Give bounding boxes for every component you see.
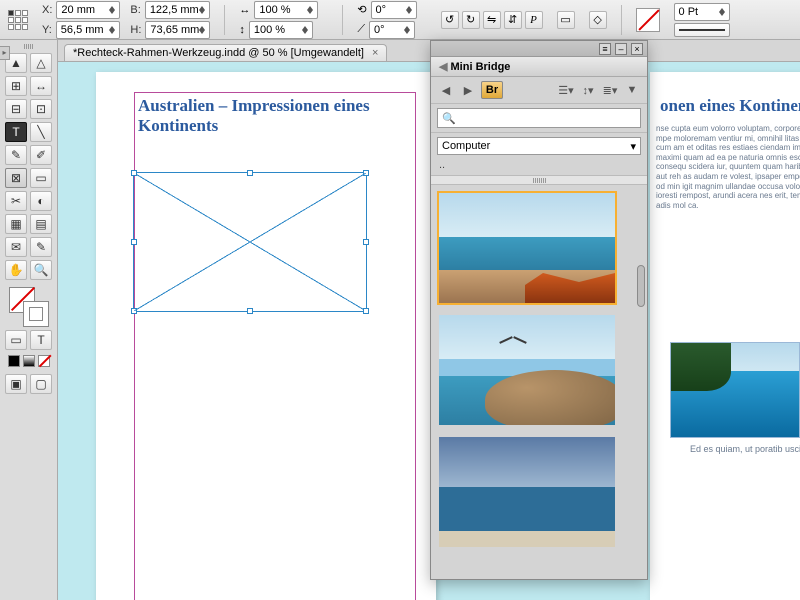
transform-fields: ⟲0° ⟋0° <box>357 1 426 39</box>
h-label: H: <box>130 24 141 36</box>
page-title: Australien – Impressionen eines Kontinen… <box>138 96 436 136</box>
gap-tool[interactable]: ↔ <box>30 76 52 96</box>
eyedropper-tool[interactable]: ✎ <box>30 237 52 257</box>
view-menu-icon[interactable]: ☰▾ <box>557 81 575 99</box>
panel-menu-icon[interactable]: ≡ <box>599 43 611 55</box>
document-tab-bar: *Rechteck-Rahmen-Werkzeug.indd @ 50 % [U… <box>0 40 800 62</box>
thumbnail-item[interactable] <box>437 435 617 549</box>
panel-titlebar[interactable]: ≡ – × <box>431 41 647 57</box>
document-tab[interactable]: *Rechteck-Rahmen-Werkzeug.indd @ 50 % [U… <box>64 44 387 61</box>
select-content-button[interactable]: ◇ <box>589 11 607 29</box>
filter-icon[interactable]: ▼ <box>623 81 641 99</box>
hand-tool[interactable]: ✋ <box>5 260 27 280</box>
view-mode-preview[interactable]: ▢ <box>30 374 52 394</box>
mini-bridge-toolbar: ◀ ▶ Br ☰▾ ↕▾ ≣▾ ▼ <box>431 77 647 104</box>
pen-tool[interactable]: ✎ <box>5 145 27 165</box>
panel-min-icon[interactable]: – <box>615 43 627 55</box>
flip-h-button[interactable]: ⇋ <box>483 11 501 29</box>
open-bridge-button[interactable]: Br <box>481 81 503 99</box>
layout-menu-icon[interactable]: ≣▾ <box>601 81 619 99</box>
search-icon: 🔍 <box>442 112 456 125</box>
document-tab-label: *Rechteck-Rahmen-Werkzeug.indd @ 50 % [U… <box>73 47 364 59</box>
fill-stroke-swatch[interactable] <box>9 287 49 327</box>
mini-bridge-panel: ≡ – × Mini Bridge ◀ ▶ Br ☰▾ ↕▾ ≣▾ ▼ 🔍 Co… <box>430 40 648 580</box>
collapse-handle[interactable]: ▸ <box>0 46 10 60</box>
stroke-weight-input[interactable]: 0 Pt <box>674 3 730 21</box>
scale-x-icon: ↔ <box>239 4 250 16</box>
mini-bridge-tab[interactable]: Mini Bridge <box>431 57 647 77</box>
page-right: onen eines Kontinent nse cupta eum volor… <box>650 72 800 600</box>
thumbnail-list[interactable] <box>431 185 647 579</box>
location-select[interactable]: Computer▾ <box>437 137 641 155</box>
search-row: 🔍 <box>431 104 647 133</box>
rotate-flip-group: ↺ ↻ ⇋ ⇵ P <box>441 11 543 29</box>
shear-icon: ⟋ <box>357 23 365 36</box>
stroke-style-select[interactable] <box>674 23 730 37</box>
rectangle-frame-tool[interactable]: ⊠ <box>5 168 27 188</box>
formatting-text-button[interactable]: T <box>30 330 52 350</box>
nav-forward-icon[interactable]: ▶ <box>459 81 477 99</box>
flip-v-button[interactable]: ⇵ <box>504 11 522 29</box>
line-tool[interactable]: ╲ <box>30 122 52 142</box>
rotate-input[interactable]: 0° <box>371 1 417 19</box>
y-input[interactable]: 56,5 mm <box>56 21 120 39</box>
scaley-input[interactable]: 100 % <box>249 21 313 39</box>
y-label: Y: <box>42 24 52 36</box>
scalex-input[interactable]: 100 % <box>254 1 318 19</box>
scrollbar-thumb[interactable] <box>637 265 645 307</box>
free-transform-tool[interactable]: ◐ <box>30 191 52 211</box>
type-tool[interactable]: T <box>5 122 27 142</box>
chevron-down-icon: ▾ <box>630 140 636 153</box>
panel-close-icon[interactable]: × <box>631 43 643 55</box>
control-bar: X:20 mm B:122,5 mm Y:56,5 mm H:73,65 mm … <box>0 0 800 40</box>
image-caption: Ed es quiam, ut poratib uscilis e <box>690 444 800 454</box>
note-tool[interactable]: ✉ <box>5 237 27 257</box>
pencil-tool[interactable]: ✐ <box>30 145 52 165</box>
placed-image[interactable] <box>670 342 800 438</box>
formatting-container-button[interactable]: ▭ <box>5 330 27 350</box>
panel-grip[interactable] <box>4 44 53 50</box>
tools-panel: ▲△ ⊞↔ ⊟⊡ T╲ ✎✐ ⊠▭ ✂◐ ▦▤ ✉✎ ✋🔍 ▭T ▣▢ <box>0 40 58 600</box>
content-collector-tool[interactable]: ⊟ <box>5 99 27 119</box>
view-mode-normal[interactable]: ▣ <box>5 374 27 394</box>
fill-none-swatch[interactable] <box>636 8 660 32</box>
position-fields: X: 20 mm B: 122,5 mm Y: 56,5 mm H: 73,65 mm <box>42 1 210 39</box>
scissors-tool[interactable]: ✂ <box>5 191 27 211</box>
divider-grip[interactable] <box>431 175 647 185</box>
gradient-feather-tool[interactable]: ▤ <box>30 214 52 234</box>
rotate-cw-button[interactable]: ↻ <box>462 11 480 29</box>
w-label: B: <box>130 4 140 16</box>
rectangle-frame[interactable] <box>133 172 367 312</box>
rotate-ccw-button[interactable]: ↺ <box>441 11 459 29</box>
direct-selection-tool[interactable]: △ <box>30 53 52 73</box>
page-title-right: onen eines Kontinent <box>660 96 800 116</box>
zoom-tool[interactable]: 🔍 <box>30 260 52 280</box>
x-label: X: <box>42 4 52 16</box>
search-input[interactable]: 🔍 <box>437 108 641 128</box>
x-input[interactable]: 20 mm <box>56 1 120 19</box>
shear-input[interactable]: 0° <box>369 21 415 39</box>
nav-back-icon[interactable]: ◀ <box>437 81 455 99</box>
w-input[interactable]: 122,5 mm <box>145 1 210 19</box>
content-placer-tool[interactable]: ⊡ <box>30 99 52 119</box>
sort-menu-icon[interactable]: ↕▾ <box>579 81 597 99</box>
apply-color-buttons[interactable] <box>8 355 50 367</box>
scale-y-icon: ↕ <box>239 24 245 36</box>
document-canvas[interactable]: Australien – Impressionen eines Kontinen… <box>58 62 800 600</box>
page-tool[interactable]: ⊞ <box>5 76 27 96</box>
clear-transform-button[interactable]: P <box>525 11 543 29</box>
page-left: Australien – Impressionen eines Kontinen… <box>96 72 436 600</box>
thumbnail-item[interactable] <box>437 313 617 427</box>
body-text: nse cupta eum volorro voluptam, corpore … <box>656 124 800 210</box>
rotate-icon: ⟲ <box>357 3 366 16</box>
close-tab-icon[interactable]: × <box>372 47 378 59</box>
thumbnail-item[interactable] <box>437 191 617 305</box>
h-input[interactable]: 73,65 mm <box>145 21 210 39</box>
scale-fields: ↔ 100 % ↕ 100 % <box>239 1 328 39</box>
select-container-button[interactable]: ▭ <box>557 11 575 29</box>
reference-point-grid[interactable] <box>8 10 28 30</box>
path-label[interactable]: .. <box>431 159 647 175</box>
rectangle-tool[interactable]: ▭ <box>30 168 52 188</box>
gradient-swatch-tool[interactable]: ▦ <box>5 214 27 234</box>
